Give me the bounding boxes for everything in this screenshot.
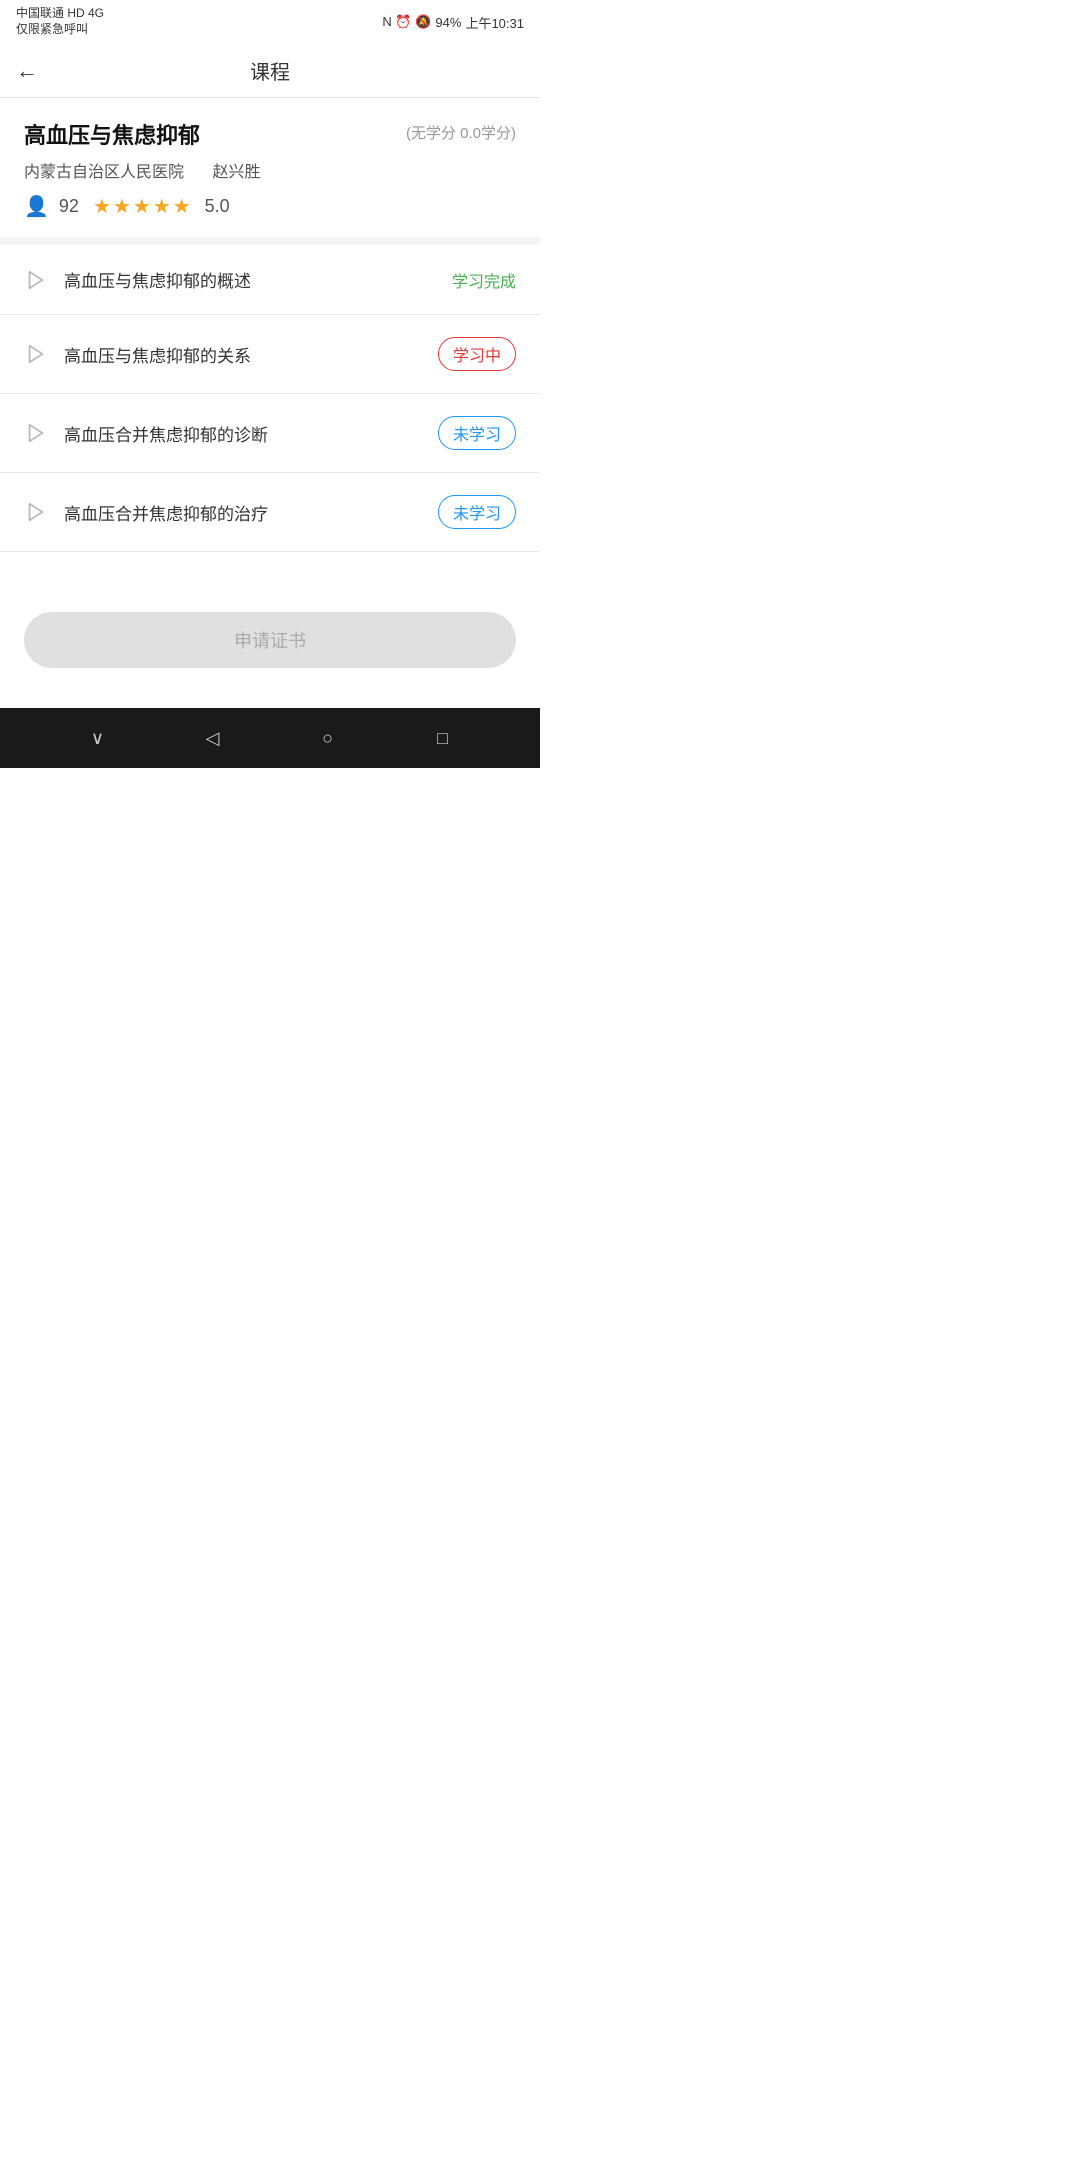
play-icon — [24, 342, 48, 366]
back-button[interactable]: ← — [16, 60, 38, 82]
course-title-row: 高血压与焦虑抑郁 (无学分 0.0学分) — [24, 118, 516, 150]
star-3: ★ — [133, 194, 151, 219]
rating-number: 5.0 — [205, 196, 230, 217]
nav-bar: ← 课程 — [0, 44, 540, 98]
course-title: 高血压与焦虑抑郁 — [24, 118, 394, 150]
status-icons: N ⏰ 🔕 — [382, 14, 431, 30]
doctor-name: 赵兴胜 — [212, 164, 260, 181]
lesson-item[interactable]: 高血压与焦虑抑郁的关系 学习中 — [0, 315, 540, 394]
lesson-title: 高血压与焦虑抑郁的概述 — [64, 267, 251, 292]
lesson-title: 高血压合并焦虑抑郁的诊断 — [64, 421, 268, 446]
lesson-left: 高血压与焦虑抑郁的关系 — [24, 342, 426, 367]
lesson-title: 高血压合并焦虑抑郁的治疗 — [64, 500, 268, 525]
lesson-item[interactable]: 高血压合并焦虑抑郁的诊断 未学习 — [0, 394, 540, 473]
nav-triangle-button[interactable]: ◁ — [193, 718, 233, 758]
star-1: ★ — [93, 194, 111, 219]
page-title: 课程 — [250, 56, 290, 85]
status-bar: 中国联通 HD 4G 仅限紧急呼叫 N ⏰ 🔕 94% 上午10:31 — [0, 0, 540, 44]
lesson-item[interactable]: 高血压合并焦虑抑郁的治疗 未学习 — [0, 473, 540, 552]
carrier-info: 中国联通 HD 4G 仅限紧急呼叫 — [16, 6, 104, 37]
play-icon — [24, 500, 48, 524]
nav-back-button[interactable]: ∨ — [78, 718, 118, 758]
star-rating: ★ ★ ★ ★ ★ — [93, 194, 191, 219]
android-nav-bar: ∨ ◁ ○ □ — [0, 708, 540, 768]
time: 上午10:31 — [465, 13, 524, 32]
course-meta: 内蒙古自治区人民医院 赵兴胜 — [24, 158, 516, 182]
lesson-left: 高血压与焦虑抑郁的概述 — [24, 267, 440, 292]
nav-home-button[interactable]: ○ — [308, 718, 348, 758]
lesson-item[interactable]: 高血压与焦虑抑郁的概述 学习完成 — [0, 245, 540, 315]
student-count: 92 — [59, 196, 79, 217]
status-right: N ⏰ 🔕 94% 上午10:31 — [382, 13, 524, 32]
course-credits: (无学分 0.0学分) — [406, 118, 516, 143]
star-4: ★ — [153, 194, 171, 219]
cert-button[interactable]: 申请证书 — [24, 612, 516, 668]
hospital-name: 内蒙古自治区人民医院 — [24, 164, 184, 181]
lesson-title: 高血压与焦虑抑郁的关系 — [64, 342, 251, 367]
nav-recent-button[interactable]: □ — [423, 718, 463, 758]
lesson-status-learning: 学习中 — [438, 337, 516, 371]
lesson-status-done: 学习完成 — [452, 268, 516, 292]
battery: 94% — [435, 15, 461, 30]
course-stats: 👤 92 ★ ★ ★ ★ ★ 5.0 — [24, 194, 516, 219]
lesson-status-unstarted: 未学习 — [438, 495, 516, 529]
star-5: ★ — [173, 194, 191, 219]
user-icon: 👤 — [24, 194, 49, 219]
lesson-list: 高血压与焦虑抑郁的概述 学习完成 高血压与焦虑抑郁的关系 学习中 — [0, 245, 540, 552]
lesson-left: 高血压合并焦虑抑郁的诊断 — [24, 421, 426, 446]
play-icon — [24, 268, 48, 292]
lesson-left: 高血压合并焦虑抑郁的治疗 — [24, 500, 426, 525]
course-info: 高血压与焦虑抑郁 (无学分 0.0学分) 内蒙古自治区人民医院 赵兴胜 👤 92… — [0, 98, 540, 245]
star-2: ★ — [113, 194, 131, 219]
play-icon — [24, 421, 48, 445]
lesson-status-unstarted: 未学习 — [438, 416, 516, 450]
bottom-area: 申请证书 — [0, 552, 540, 708]
